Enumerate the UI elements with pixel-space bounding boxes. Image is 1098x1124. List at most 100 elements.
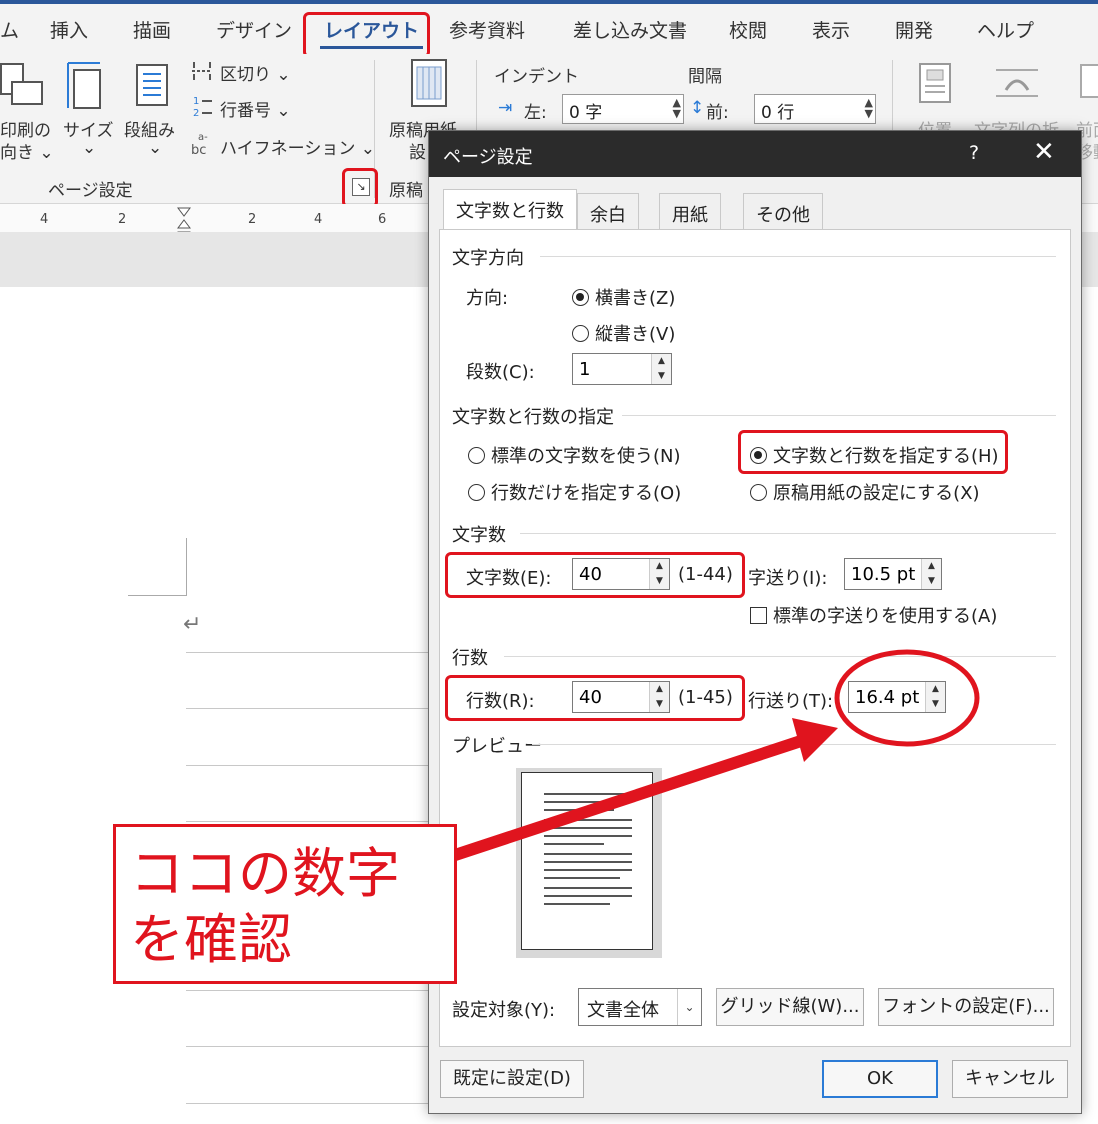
tab-margins[interactable]: 余白 [577, 193, 639, 229]
line-pitch-input[interactable] [849, 682, 925, 712]
apply-to-select[interactable]: 文書全体 ⌄ [578, 988, 702, 1026]
spin-down-icon[interactable]: ▼ [650, 574, 669, 589]
section-divider [504, 656, 1056, 657]
grid-line [186, 821, 436, 822]
page-preview [516, 768, 662, 958]
breaks-label: 区切り ⌄ [220, 65, 291, 85]
columns-icon [136, 64, 168, 106]
indent-left-label: 左: [524, 103, 547, 123]
spin-down-icon[interactable]: ▼ [926, 697, 945, 712]
spinner-arrows[interactable]: ▲ ▼ [649, 682, 669, 712]
checkbox-icon [750, 607, 767, 624]
vertical-radio-label: 縦書き(V) [595, 324, 676, 345]
grid-line [186, 1103, 436, 1104]
lines-only-radio[interactable]: 行数だけを指定する(O) [468, 479, 681, 505]
section-divider [532, 744, 1056, 745]
radio-selected-icon [572, 289, 589, 306]
tab-mailings[interactable]: 差し込み文書 [573, 16, 687, 43]
tab-home-partial[interactable]: ム [0, 16, 19, 43]
tab-design[interactable]: デザイン [216, 16, 292, 43]
spin-up-icon[interactable]: ▲ [650, 559, 669, 574]
direction-label: 方向: [466, 288, 509, 309]
ruler-tick: 4 [40, 212, 49, 227]
spin-up-icon[interactable]: ▲ [652, 354, 671, 369]
lines-spinner[interactable]: ▲▼ [572, 681, 670, 713]
dialog-titlebar[interactable]: ページ設定 ? ✕ [429, 131, 1081, 177]
chars-input[interactable] [573, 559, 649, 589]
spinner-arrows[interactable]: ▲ ▼ [925, 682, 945, 712]
lines-section-label: 行数 [452, 648, 488, 669]
tab-insert[interactable]: 挿入 [50, 16, 88, 43]
tab-view[interactable]: 表示 [812, 16, 850, 43]
chars-lines-radio[interactable]: 文字数と行数を指定する(H) [750, 442, 999, 468]
standard-chars-radio[interactable]: 標準の文字数を使う(N) [468, 442, 681, 468]
orientation-icon [0, 63, 43, 105]
indent-left-input[interactable]: 0 字 ▲ ▼ [562, 94, 684, 124]
spacing-before-value: 0 行 [761, 103, 795, 123]
margin-corner-horizontal [128, 595, 186, 596]
chevron-down-icon[interactable]: ⌄ [677, 989, 701, 1025]
horizontal-radio[interactable]: 横書き(Z) [572, 284, 675, 310]
close-icon[interactable]: ✕ [1033, 137, 1055, 167]
radio-icon [468, 484, 485, 501]
indent-left-spinner[interactable]: ▲ ▼ [673, 97, 681, 119]
spin-up-icon[interactable]: ▲ [922, 559, 941, 574]
line-pitch-spinner[interactable]: ▲▼ [848, 681, 946, 713]
tab-developer[interactable]: 開発 [895, 16, 933, 43]
spin-up-icon[interactable]: ▲ [650, 682, 669, 697]
tab-review[interactable]: 校閲 [729, 16, 767, 43]
grid-lines-button[interactable]: グリッド線(W)... [716, 988, 864, 1026]
lines-label: 行数(R): [466, 691, 535, 712]
char-pitch-input[interactable] [845, 559, 921, 589]
ruler-tick: 2 [248, 212, 257, 227]
radio-icon [468, 447, 485, 464]
tab-references[interactable]: 参考資料 [449, 16, 525, 43]
spinner-arrows[interactable]: ▲ ▼ [921, 559, 941, 589]
spacing-before-input[interactable]: 0 行 ▲ ▼ [754, 94, 876, 124]
page-setup-dialog-launcher[interactable]: ↘ [352, 178, 370, 196]
spin-down-icon[interactable]: ▼ [922, 574, 941, 589]
tab-paper[interactable]: 用紙 [659, 193, 721, 229]
horizontal-radio-label: 横書き(Z) [595, 288, 676, 309]
bring-forward-icon [1080, 64, 1098, 98]
chars-range: (1-44) [678, 564, 733, 585]
vertical-radio[interactable]: 縦書き(V) [572, 320, 675, 346]
help-icon[interactable]: ? [969, 142, 979, 164]
spin-up-icon[interactable]: ▲ [926, 682, 945, 697]
tab-chars-lines[interactable]: 文字数と行数 [443, 189, 577, 230]
wrap-text-icon [996, 69, 1038, 97]
spin-down-icon[interactable]: ▼ [650, 697, 669, 712]
tab-help[interactable]: ヘルプ [977, 16, 1034, 43]
indent-left-icon: ⇥ [498, 98, 513, 118]
standard-chars-label: 標準の文字数を使う(N) [491, 446, 681, 467]
spin-down-icon[interactable]: ▼ [652, 369, 671, 384]
ok-button[interactable]: OK [822, 1060, 938, 1098]
tab-layout[interactable]: レイアウト [319, 16, 424, 49]
dialog-title: ページ設定 [443, 147, 533, 168]
spinner-arrows[interactable]: ▲ ▼ [649, 559, 669, 589]
set-default-button[interactable]: 既定に設定(D) [440, 1060, 584, 1098]
spinner-arrows[interactable]: ▲ ▼ [651, 354, 671, 384]
genko-radio-label: 原稿用紙の設定にする(X) [773, 483, 980, 504]
chars-lines-label: 文字数と行数を指定する(H) [773, 446, 999, 467]
genko-radio[interactable]: 原稿用紙の設定にする(X) [750, 479, 980, 505]
char-pitch-spinner[interactable]: ▲▼ [844, 558, 942, 590]
tab-other[interactable]: その他 [743, 193, 823, 229]
svg-text:a-: a- [198, 132, 208, 143]
tab-draw[interactable]: 描画 [133, 16, 171, 43]
ruler-tick: 2 [118, 212, 127, 227]
genko-icon [411, 59, 447, 107]
font-settings-button[interactable]: フォントの設定(F)... [878, 988, 1054, 1026]
columns-count-spinner[interactable]: ▲▼ [572, 353, 672, 385]
lines-input[interactable] [573, 682, 649, 712]
standard-pitch-label: 標準の字送りを使用する(A) [773, 606, 998, 627]
breaks-icon [192, 62, 212, 80]
columns-count-input[interactable] [573, 354, 651, 384]
spacing-before-spinner[interactable]: ▲ ▼ [865, 97, 873, 119]
size-dropdown: ⌄ [82, 138, 97, 158]
standard-pitch-checkbox[interactable]: 標準の字送りを使用する(A) [750, 602, 997, 628]
cancel-button[interactable]: キャンセル [952, 1060, 1068, 1098]
grid-line [186, 990, 436, 991]
chars-spinner[interactable]: ▲▼ [572, 558, 670, 590]
ruler-tick: 4 [314, 212, 323, 227]
